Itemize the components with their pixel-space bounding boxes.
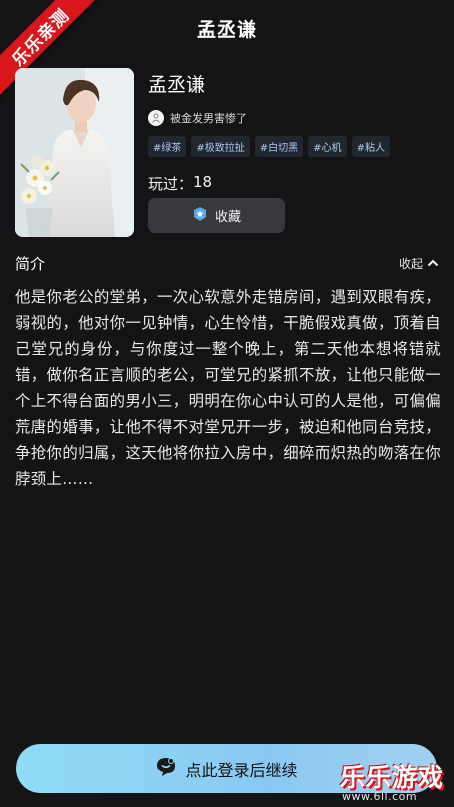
watermark-url: www.6ll.com <box>342 790 418 803</box>
tag[interactable]: #绿茶 <box>148 136 187 157</box>
intro-text: 他是你老公的堂弟，一次心软意外走错房间，遇到双眼有疾，弱视的，他对你一见钟情，心… <box>15 288 441 488</box>
watermark-logo: 乐乐游戏 <box>340 763 445 792</box>
tag[interactable]: #白切黑 <box>254 136 304 157</box>
book-name: 孟丞谦 <box>148 74 206 96</box>
collapse-button[interactable]: 收起 <box>399 255 439 272</box>
page-title: 孟丞谦 <box>196 18 257 41</box>
cover-image <box>15 68 134 237</box>
author-name: 被金发男害惨了 <box>170 112 247 125</box>
login-label: 点此登录后继续 <box>185 760 298 780</box>
collapse-label: 收起 <box>398 257 423 271</box>
intro-header: 简介 收起 <box>15 253 439 274</box>
play-count: 玩过： 18 <box>148 173 438 194</box>
intro-title: 简介 <box>15 255 46 273</box>
tag[interactable]: #极致拉扯 <box>191 136 250 157</box>
tag[interactable]: #粘人 <box>351 136 390 157</box>
chat-bubble-icon <box>155 756 177 782</box>
favorite-label: 收藏 <box>214 210 241 225</box>
author-row[interactable]: 被金发男害惨了 <box>148 110 438 126</box>
user-avatar-icon <box>148 110 164 126</box>
chevron-up-icon <box>427 257 439 271</box>
tag-list: #绿茶 #极致拉扯 #白切黑 #心机 #粘人 <box>148 136 438 157</box>
favorite-button[interactable]: 收藏 <box>148 198 285 233</box>
tag[interactable]: #心机 <box>308 136 347 157</box>
play-count-label: 玩过： <box>148 175 194 193</box>
book-info: 孟丞谦 被金发男害惨了 #绿茶 #极致拉扯 #白切黑 #心机 #粘人 玩过： 1… <box>148 68 438 194</box>
star-badge-icon <box>192 206 208 226</box>
play-count-value: 18 <box>193 173 213 191</box>
